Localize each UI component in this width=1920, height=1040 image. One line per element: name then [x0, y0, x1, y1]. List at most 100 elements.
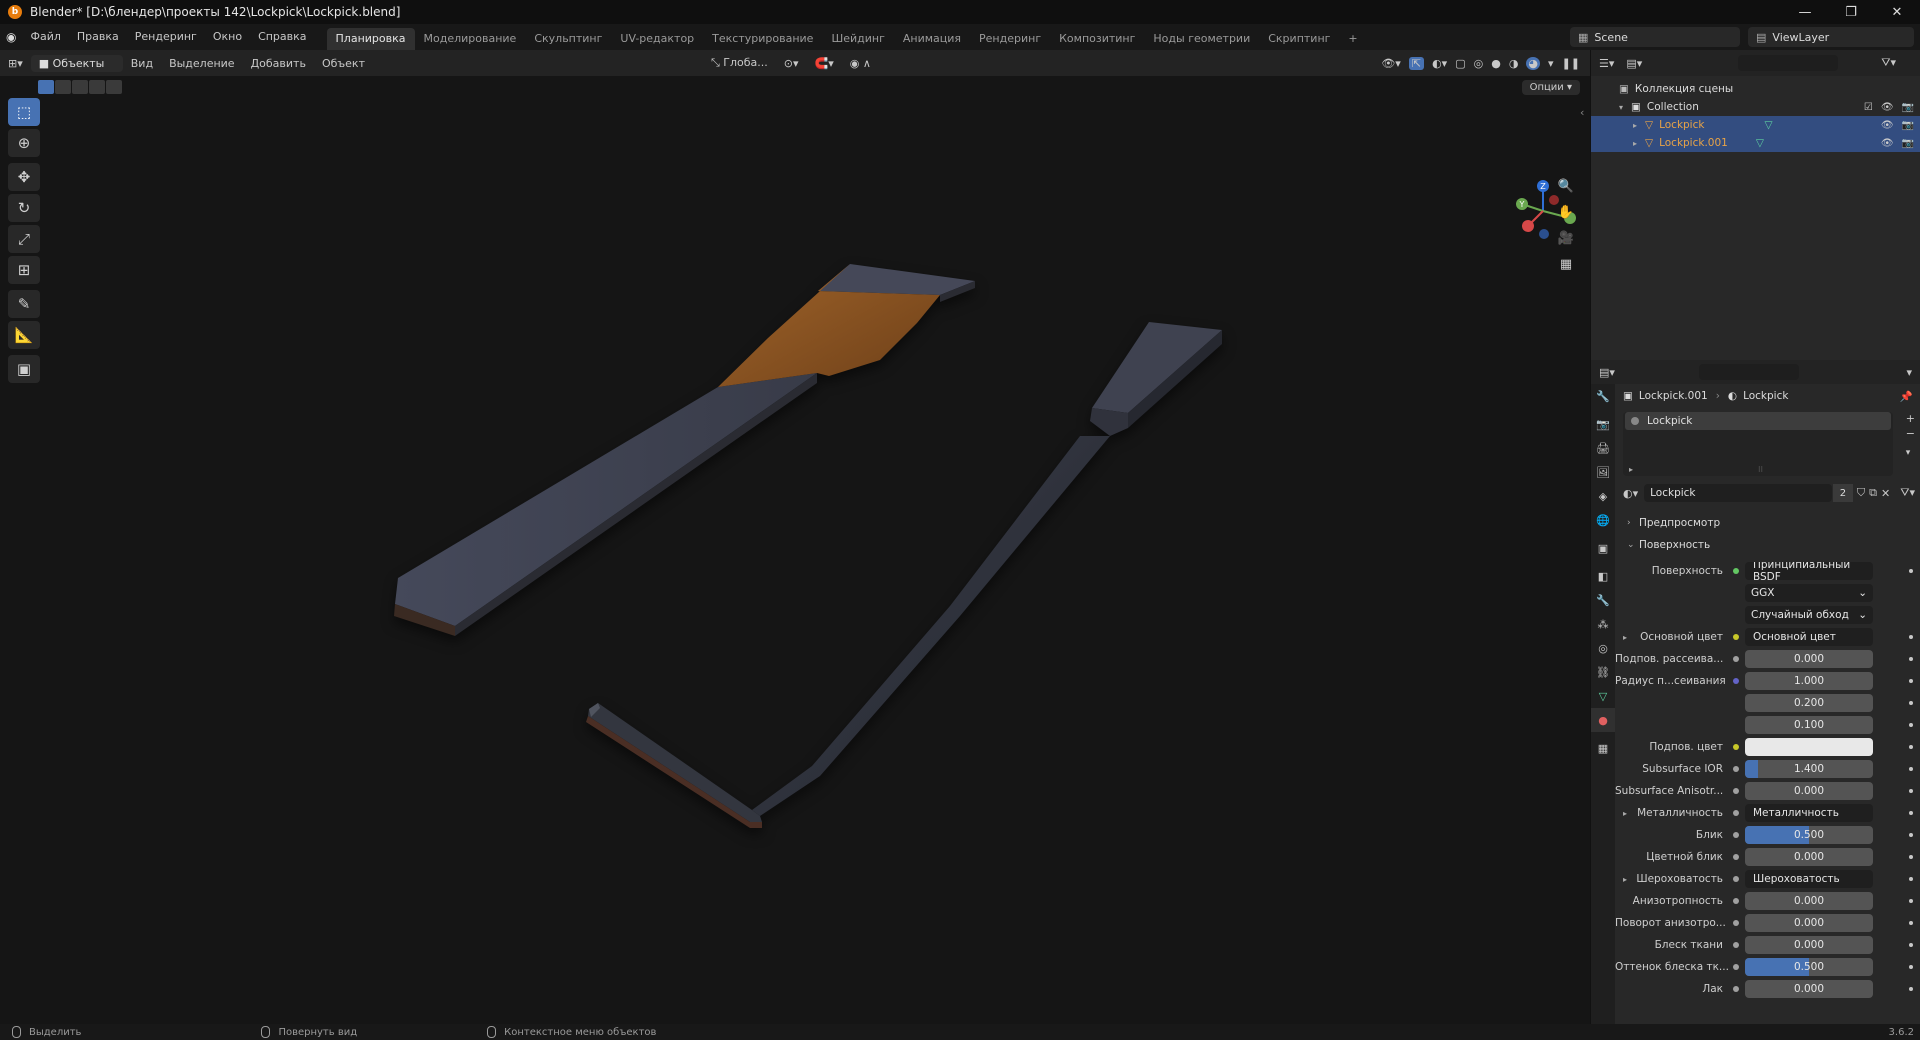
socket-link-icon[interactable]	[1731, 610, 1741, 620]
socket-link-icon[interactable]	[1731, 764, 1741, 774]
gizmo-x-axis[interactable]	[1522, 220, 1534, 232]
material-tab-icon[interactable]: ●	[1591, 708, 1615, 732]
maximize-button[interactable]: ❐	[1828, 0, 1874, 24]
output-tab-icon[interactable]: 🖨	[1591, 436, 1615, 460]
render-camera-icon[interactable]: 📷	[1902, 102, 1914, 113]
expand-arrow-icon[interactable]: ▸	[1633, 139, 1645, 148]
menu-view[interactable]: Вид	[123, 57, 161, 70]
display-mode-icon[interactable]: ▤▾	[1626, 57, 1642, 70]
camera-view-icon[interactable]: 🎥	[1554, 226, 1578, 250]
number-slider[interactable]: 0.000	[1745, 782, 1873, 800]
scene-selector[interactable]: ▦ Scene	[1570, 27, 1740, 47]
expand-arrow-icon[interactable]: ▾	[1619, 103, 1631, 112]
socket-link-icon[interactable]	[1731, 940, 1741, 950]
keyframe-dot-icon[interactable]	[1909, 833, 1913, 837]
remove-slot-button[interactable]: −	[1906, 427, 1915, 440]
visibility-eye-icon[interactable]: 👁	[1881, 138, 1894, 149]
overlay-icon[interactable]: ◐▾	[1432, 57, 1447, 70]
material-name-field[interactable]: Lockpick	[1644, 484, 1832, 502]
properties-search-input[interactable]	[1698, 364, 1799, 380]
surface-panel-header[interactable]: ⌄ Поверхность	[1615, 534, 1920, 556]
expand-socket-icon[interactable]: ▸	[1623, 875, 1627, 884]
mode-dropdown[interactable]: ■ Объекты	[30, 54, 123, 72]
user-count-badge[interactable]: 2	[1832, 484, 1853, 502]
tab-rendering[interactable]: Рендеринг	[970, 28, 1050, 50]
keyframe-dot-icon[interactable]	[1909, 569, 1913, 573]
collection-tab-icon[interactable]: ▣	[1591, 536, 1615, 560]
outliner-row-scene-collection[interactable]: ▣ Коллекция сцены	[1591, 80, 1920, 98]
add-workspace-button[interactable]: +	[1339, 28, 1366, 50]
number-slider[interactable]: 0.000	[1745, 936, 1873, 954]
preview-panel-header[interactable]: › Предпросмотр	[1615, 512, 1920, 534]
outliner-row-collection[interactable]: ▾ ▣ Collection ☑ 👁 📷	[1591, 98, 1920, 116]
tab-uv-editing[interactable]: UV-редактор	[611, 28, 703, 50]
fake-user-shield-icon[interactable]: ⛉	[1857, 486, 1865, 500]
socket-link-icon[interactable]	[1731, 588, 1741, 598]
visibility-icon[interactable]: 👁▾	[1381, 57, 1401, 70]
3d-viewport[interactable]: Опции ▾ ⬚ ⊕ ✥ ↻ ⤢ ⊞ ✎ 📐 ▣ Z Y 🔍 ✋ 🎥 ▦ ‹	[0, 76, 1590, 1024]
close-button[interactable]: ✕	[1874, 0, 1920, 24]
tab-layout[interactable]: Планировка	[326, 28, 415, 50]
tab-geometry-nodes[interactable]: Ноды геометрии	[1144, 28, 1259, 50]
filter-icon[interactable]: ⛛▾	[1881, 56, 1896, 70]
number-slider[interactable]: 0.000	[1745, 650, 1873, 668]
visibility-eye-icon[interactable]: 👁	[1881, 102, 1894, 113]
world-tab-icon[interactable]: 🌐	[1591, 508, 1615, 532]
material-slot-item[interactable]: Lockpick	[1625, 412, 1891, 430]
number-slider[interactable]: 0.000	[1745, 848, 1873, 866]
editor-type-button[interactable]: ⊞▾	[0, 57, 31, 70]
keyframe-dot-icon[interactable]	[1909, 789, 1913, 793]
transform-orientation-dropdown[interactable]: ⤡ Глоба...	[703, 56, 776, 70]
tab-scripting[interactable]: Скриптинг	[1259, 28, 1339, 50]
slot-specials-button[interactable]: ▾	[1906, 448, 1915, 458]
render-camera-icon[interactable]: 📷	[1902, 120, 1914, 131]
solid-shading-icon[interactable]: ●	[1491, 57, 1501, 70]
object-tab-icon[interactable]: ◧	[1591, 564, 1615, 588]
socket-link-icon[interactable]	[1731, 830, 1741, 840]
pause-render-icon[interactable]: ❚❚	[1562, 57, 1580, 70]
material-browse-icon[interactable]: ◐▾	[1623, 487, 1638, 500]
number-slider[interactable]: 0.500	[1745, 826, 1873, 844]
tab-sculpting[interactable]: Скульптинг	[525, 28, 611, 50]
add-slot-button[interactable]: +	[1906, 412, 1915, 425]
outliner-row-lockpick-001[interactable]: ▸ ▽ Lockpick.001 ▽ 👁 📷	[1591, 134, 1920, 152]
shading-options-icon[interactable]: ▾	[1548, 57, 1554, 70]
number-slider[interactable]: 0.500	[1745, 958, 1873, 976]
outliner-search-input[interactable]	[1738, 55, 1839, 71]
menu-add[interactable]: Добавить	[243, 57, 314, 70]
view-layer-tab-icon[interactable]: 🖼	[1591, 460, 1615, 484]
pan-hand-icon[interactable]: ✋	[1554, 200, 1578, 224]
menu-select[interactable]: Выделение	[161, 57, 243, 70]
number-slider[interactable]: 0.000	[1745, 980, 1873, 998]
keyframe-dot-icon[interactable]	[1909, 811, 1913, 815]
options-chevron-icon[interactable]: ▾	[1906, 366, 1912, 379]
tool-tab-icon[interactable]: 🔧	[1591, 384, 1615, 408]
material-shading-icon[interactable]: ◑	[1509, 57, 1519, 70]
number-slider[interactable]: 0.000	[1745, 914, 1873, 932]
socket-link-icon[interactable]	[1731, 918, 1741, 928]
keyframe-dot-icon[interactable]	[1909, 679, 1913, 683]
enum-dropdown[interactable]: GGX ⌄	[1745, 584, 1873, 602]
menu-file[interactable]: Файл	[22, 24, 68, 50]
gizmo-toggle-icon[interactable]: ⇱	[1408, 56, 1425, 70]
keyframe-dot-icon[interactable]	[1909, 745, 1913, 749]
ortho-grid-icon[interactable]: ▦	[1554, 252, 1578, 276]
rendered-shading-icon[interactable]: ◕	[1526, 56, 1541, 70]
node-link-field[interactable]: Принципиальный BSDF	[1745, 562, 1873, 580]
node-link-field[interactable]: Шероховатость	[1745, 870, 1873, 888]
tab-animation[interactable]: Анимация	[894, 28, 970, 50]
outliner-editor-icon[interactable]: ☰▾	[1599, 57, 1614, 70]
keyframe-dot-icon[interactable]	[1909, 987, 1913, 991]
keyframe-dot-icon[interactable]	[1909, 899, 1913, 903]
list-expand-arrow-icon[interactable]: ▸	[1629, 465, 1633, 474]
modifier-tab-icon[interactable]: 🔧	[1591, 588, 1615, 612]
keyframe-dot-icon[interactable]	[1909, 701, 1913, 705]
tab-modeling[interactable]: Моделирование	[415, 28, 526, 50]
sidebar-toggle-icon[interactable]: ‹	[1580, 106, 1584, 119]
socket-link-icon[interactable]	[1731, 632, 1741, 642]
tab-compositing[interactable]: Композитинг	[1050, 28, 1144, 50]
keyframe-dot-icon[interactable]	[1909, 965, 1913, 969]
menu-help[interactable]: Справка	[250, 24, 314, 50]
minimize-button[interactable]: —	[1782, 0, 1828, 24]
editor-type-icon[interactable]: ◉	[6, 30, 16, 44]
